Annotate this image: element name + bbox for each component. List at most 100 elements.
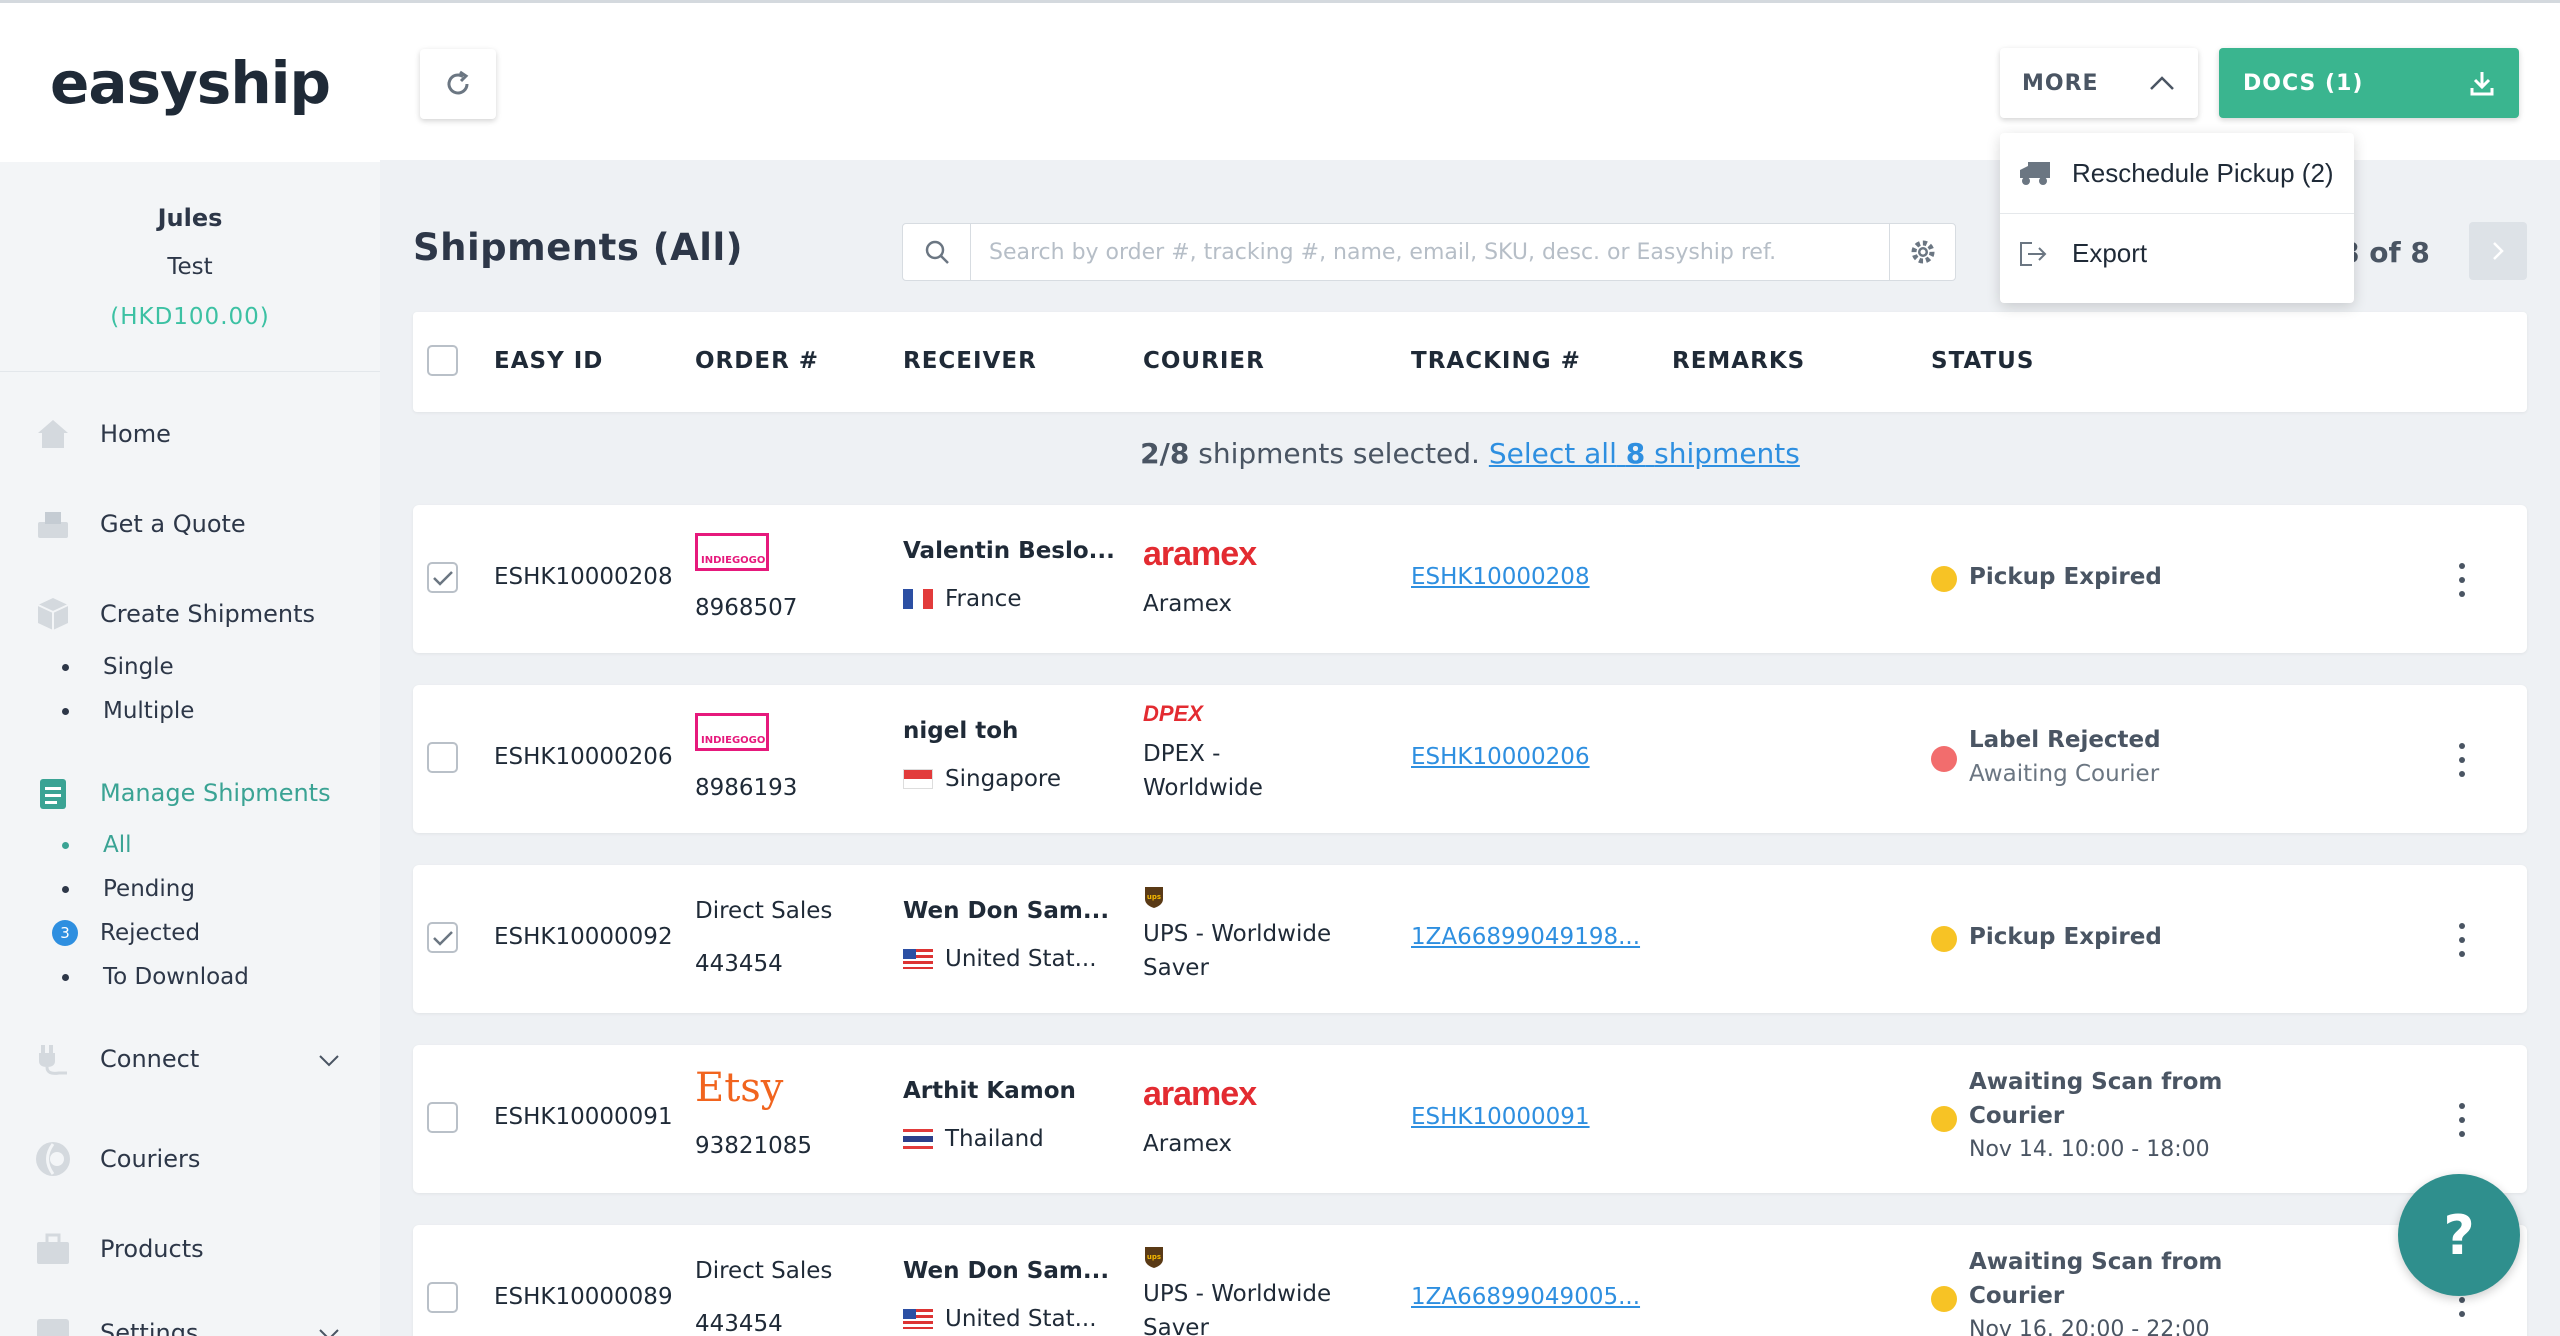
dpex-logo: DPEX: [1143, 701, 1203, 726]
receiver-country: United Stat...: [903, 946, 1097, 972]
status-text-line2: Courier: [1969, 1283, 2065, 1309]
status-text: Awaiting Scan from: [1969, 1069, 2223, 1095]
sidebar-item-get-a-quote[interactable]: Get a Quote: [34, 504, 246, 544]
bullet-icon: [62, 707, 69, 715]
receiver-name: Arthit Kamon: [903, 1078, 1076, 1104]
row-checkbox[interactable]: [427, 922, 458, 953]
country-name: Singapore: [945, 766, 1062, 792]
more-dropdown-menu: Reschedule Pickup (2) Export: [2000, 133, 2354, 303]
status-indicator-icon: [1931, 1286, 1957, 1312]
status-text: Awaiting Scan from: [1969, 1249, 2223, 1275]
sidebar-sub-all[interactable]: All: [58, 832, 132, 858]
next-page-button[interactable]: [2469, 222, 2527, 280]
settings-gear-icon[interactable]: [1889, 224, 1955, 280]
sidebar-sub-label: All: [103, 832, 132, 858]
sidebar-item-settings[interactable]: Settings: [34, 1313, 346, 1336]
store-logo-etsy: Etsy: [695, 1065, 784, 1111]
sidebar-item-label: Settings: [100, 1319, 199, 1336]
help-button[interactable]: ?: [2398, 1174, 2520, 1296]
more-button-label: MORE: [2022, 70, 2099, 96]
search-icon[interactable]: [903, 224, 971, 280]
flag-thailand-icon: [903, 1129, 933, 1149]
sidebar-sub-label: Multiple: [103, 698, 195, 724]
refresh-icon: [447, 70, 469, 95]
logo-area[interactable]: easyship: [0, 3, 380, 162]
courier-name: UPS - Worldwide: [1143, 1281, 1332, 1307]
sidebar-item-home[interactable]: Home: [34, 414, 171, 454]
row-checkbox[interactable]: [427, 1102, 458, 1133]
flag-usa-icon: [903, 949, 933, 969]
menu-item-export[interactable]: Export: [2000, 213, 2354, 293]
store-name: INDIEGOGO: [700, 735, 767, 746]
sidebar-sub-label: To Download: [103, 964, 249, 990]
sidebar-item-couriers[interactable]: Couriers: [34, 1139, 200, 1179]
tracking-link[interactable]: ESHK10000208: [1411, 564, 1590, 590]
order-number: 443454: [695, 951, 783, 977]
checkmark-icon: [432, 570, 453, 586]
chevron-down-icon[interactable]: [316, 1047, 342, 1073]
table-row[interactable]: ESHK10000208 INDIEGOGO 8968507 Valentin …: [413, 505, 2527, 653]
row-menu-icon[interactable]: [2458, 923, 2466, 957]
user-panel: Jules Test (HKD100.00): [0, 162, 380, 372]
select-all-link-suffix: shipments: [1654, 437, 1800, 470]
account-balance[interactable]: (HKD100.00): [0, 304, 380, 330]
row-checkbox[interactable]: [427, 742, 458, 773]
select-all-link[interactable]: Select all 8 shipments: [1489, 437, 1800, 470]
docs-button[interactable]: DOCS (1): [2219, 48, 2519, 118]
flag-france-icon: [903, 589, 933, 609]
page-title: Shipments (All): [413, 226, 744, 269]
sidebar-item-create-shipments[interactable]: Create Shipments: [34, 594, 315, 634]
tracking-link[interactable]: ESHK10000206: [1411, 744, 1590, 770]
flag-usa-icon: [903, 1309, 933, 1329]
receiver-country: Thailand: [903, 1126, 1044, 1152]
column-header-tracking[interactable]: TRACKING #: [1411, 348, 1581, 374]
table-row[interactable]: ESHK10000092 Direct Sales 443454 Wen Don…: [413, 865, 2527, 1013]
sidebar-sub-multiple[interactable]: Multiple: [58, 698, 194, 724]
tracking-link[interactable]: 1ZA66899049198...: [1411, 924, 1640, 950]
status-subtext: Nov 16. 20:00 - 22:00: [1969, 1317, 2210, 1336]
company-name: Test: [167, 254, 213, 280]
select-all-checkbox[interactable]: [427, 345, 458, 376]
sidebar-item-connect[interactable]: Connect: [34, 1039, 346, 1079]
sidebar-sub-to-download[interactable]: To Download: [58, 964, 249, 990]
column-header-remarks[interactable]: REMARKS: [1672, 348, 1805, 374]
globe-icon: [34, 1140, 72, 1178]
sidebar-item-products[interactable]: Products: [34, 1229, 204, 1269]
ups-logo-text: ups: [1147, 1253, 1161, 1261]
table-header: EASY ID ORDER # RECEIVER COURIER TRACKIN…: [413, 312, 2527, 412]
table-row[interactable]: ESHK10000206 INDIEGOGO 8986193 nigel toh…: [413, 685, 2527, 833]
column-header-status[interactable]: STATUS: [1931, 348, 2034, 374]
order-number: 8968507: [695, 595, 798, 621]
row-menu-icon[interactable]: [2458, 563, 2466, 597]
menu-item-reschedule-pickup[interactable]: Reschedule Pickup (2): [2000, 133, 2354, 213]
export-icon: [2018, 239, 2052, 269]
menu-item-label: Export: [2072, 238, 2148, 268]
status-subtext: Nov 14. 10:00 - 18:00: [1969, 1137, 2210, 1162]
sidebar-sub-single[interactable]: Single: [58, 654, 174, 680]
sidebar-item-manage-shipments[interactable]: Manage Shipments: [34, 773, 331, 813]
ups-logo: ups: [1143, 1245, 1165, 1275]
search-input[interactable]: [971, 225, 1889, 279]
more-button[interactable]: MORE: [2000, 48, 2198, 118]
column-header-easy-id[interactable]: EASY ID: [494, 348, 603, 374]
table-row[interactable]: ESHK10000089 Direct Sales 443454 Wen Don…: [413, 1225, 2527, 1336]
sidebar-item-label: Home: [100, 420, 171, 448]
status-indicator-icon: [1931, 566, 1957, 592]
column-header-courier[interactable]: COURIER: [1143, 348, 1265, 374]
tracking-link[interactable]: ESHK10000091: [1411, 1104, 1590, 1130]
table-row[interactable]: ESHK10000091 Etsy 93821085 Arthit Kamon …: [413, 1045, 2527, 1193]
chevron-down-icon[interactable]: [316, 1321, 342, 1336]
courier-name-line2: Saver: [1143, 1315, 1209, 1336]
refresh-button[interactable]: [420, 49, 496, 119]
sidebar-sub-pending[interactable]: Pending: [58, 876, 195, 902]
row-checkbox[interactable]: [427, 1282, 458, 1313]
sidebar-sub-rejected[interactable]: 3 Rejected: [52, 920, 200, 946]
flag-singapore-icon: [903, 769, 933, 789]
easyship-logo[interactable]: easyship: [50, 49, 331, 117]
row-menu-icon[interactable]: [2458, 743, 2466, 777]
column-header-receiver[interactable]: RECEIVER: [903, 348, 1037, 374]
tracking-link[interactable]: 1ZA66899049005...: [1411, 1284, 1640, 1310]
row-checkbox[interactable]: [427, 562, 458, 593]
column-header-order[interactable]: ORDER #: [695, 348, 819, 374]
row-menu-icon[interactable]: [2458, 1103, 2466, 1137]
